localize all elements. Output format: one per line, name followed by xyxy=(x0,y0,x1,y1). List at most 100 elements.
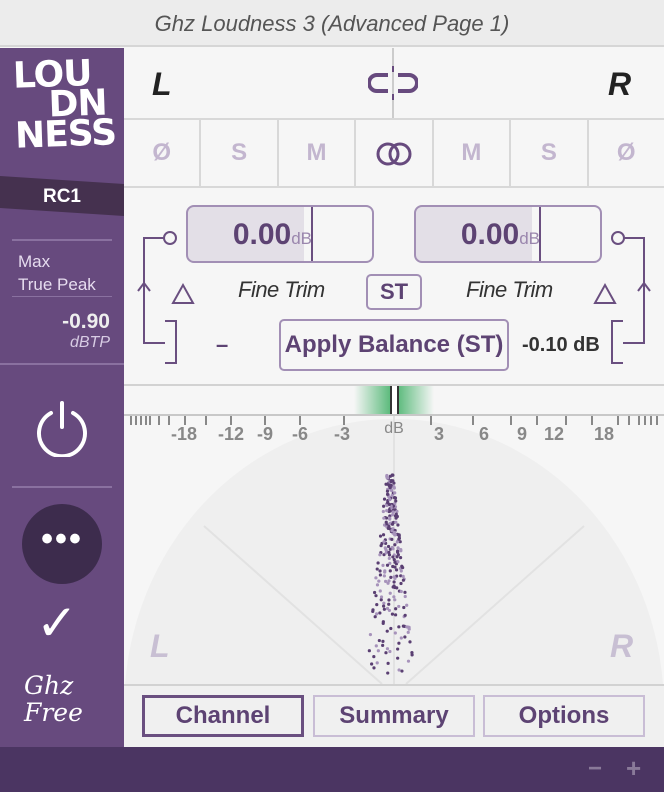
scope-point xyxy=(390,522,395,526)
scope-point xyxy=(375,583,380,587)
scope-point xyxy=(381,533,386,537)
scope-point xyxy=(373,615,377,619)
tab-summary[interactable]: Summary xyxy=(313,695,475,737)
side-right-button[interactable]: S xyxy=(511,120,589,186)
scope-point xyxy=(381,643,385,647)
scope-point xyxy=(403,594,407,599)
scope-point xyxy=(372,590,377,595)
check-icon[interactable]: ✓ xyxy=(36,593,78,653)
scope-point xyxy=(389,575,393,579)
scope-point xyxy=(394,568,399,572)
scale-label: dB xyxy=(384,420,404,437)
scope-point xyxy=(391,555,395,559)
scope-point xyxy=(385,476,390,480)
meter-marker xyxy=(390,386,392,414)
scope-point xyxy=(382,504,386,508)
scope-point xyxy=(388,474,393,478)
scope-point xyxy=(396,656,400,660)
max-true-peak-value[interactable]: -0.90 xyxy=(62,310,110,334)
scope-point xyxy=(392,580,396,584)
scope-point xyxy=(375,661,379,665)
scope-point xyxy=(399,548,403,552)
scope-point xyxy=(390,513,395,517)
brand-line: Free xyxy=(24,698,83,727)
preset-label[interactable]: RC1 xyxy=(0,176,124,216)
scope-point xyxy=(382,574,386,578)
scope-point xyxy=(379,598,383,602)
st-button[interactable]: ST xyxy=(366,274,422,310)
scope-point xyxy=(396,523,400,527)
scope-point xyxy=(396,546,400,550)
scale-label: -9 xyxy=(256,424,274,444)
scope-point xyxy=(374,644,378,648)
zoom-out-button[interactable]: − xyxy=(588,755,602,783)
label-line: True Peak xyxy=(18,275,96,294)
brand-line: Ghz xyxy=(24,671,74,700)
left-fine-trim-label: Fine Trim xyxy=(238,277,325,302)
scope-point xyxy=(392,575,396,579)
scope-point xyxy=(399,569,403,573)
meter-marker xyxy=(397,386,399,414)
scope-point xyxy=(379,543,383,548)
scope-point xyxy=(393,560,397,564)
scale-label: -18 xyxy=(170,424,198,444)
scope-point xyxy=(388,591,392,595)
scope-point xyxy=(375,612,379,616)
scope-left-label: L xyxy=(150,628,170,664)
phase-right-button[interactable]: Ø xyxy=(589,120,664,186)
scope-point xyxy=(388,497,392,502)
sidebar: LOU DN NESS RC1 Max True Peak -0.90 dBTP •… xyxy=(0,48,124,747)
scale-label: 6 xyxy=(478,424,490,444)
scope-point xyxy=(384,520,388,524)
scope-point xyxy=(396,560,400,564)
balance-meter xyxy=(354,386,434,414)
scope-point xyxy=(386,661,390,665)
scope-point xyxy=(385,563,390,567)
scale-label: -6 xyxy=(291,424,309,444)
apply-balance-button[interactable]: Apply Balance (ST) xyxy=(279,319,509,371)
scope-point xyxy=(372,666,376,670)
scale-label: 3 xyxy=(433,424,445,444)
scope-point xyxy=(401,566,405,570)
scope-point xyxy=(377,579,381,583)
phase-left-button[interactable]: Ø xyxy=(124,120,202,186)
scope-point xyxy=(406,659,411,663)
scope-point xyxy=(371,608,375,612)
side-left-button[interactable]: S xyxy=(201,120,279,186)
tab-options[interactable]: Options xyxy=(483,695,645,737)
unlink-icon[interactable] xyxy=(368,64,418,102)
mid-right-button[interactable]: M xyxy=(434,120,512,186)
zoom-in-button[interactable]: + xyxy=(626,753,641,783)
scope-point xyxy=(387,502,391,506)
scope-point xyxy=(374,576,378,580)
scope-point xyxy=(398,556,403,560)
left-fine-trim-field[interactable]: 0.00dB xyxy=(186,205,374,263)
right-channel-label: R xyxy=(608,66,632,102)
scope-point xyxy=(384,551,388,555)
scope-point xyxy=(379,595,384,599)
trim-unit: dB xyxy=(291,229,312,248)
power-icon[interactable] xyxy=(34,401,90,457)
scope-point xyxy=(393,598,397,602)
scope-point xyxy=(375,567,379,571)
scope-point xyxy=(375,603,379,607)
mid-left-button[interactable]: M xyxy=(279,120,357,186)
balance-value[interactable]: -0.10 dB xyxy=(522,334,600,357)
scope-point xyxy=(392,486,396,490)
scope-point xyxy=(378,553,382,557)
scope-point xyxy=(400,669,404,673)
scope-point xyxy=(382,540,386,544)
tab-channel[interactable]: Channel xyxy=(142,695,304,737)
scope-point xyxy=(377,638,381,643)
scope-point xyxy=(370,662,374,666)
more-button[interactable]: ••• xyxy=(22,504,102,584)
scope-point xyxy=(387,598,391,602)
trim-value: 0.00 xyxy=(232,218,292,251)
balance-minus[interactable]: – xyxy=(216,332,228,358)
right-fine-trim-field[interactable]: 0.00dB xyxy=(414,205,602,263)
stereo-link-button[interactable] xyxy=(356,120,434,186)
scale-label: -3 xyxy=(333,424,351,444)
scope-point xyxy=(368,633,373,637)
goniometer xyxy=(125,416,663,684)
scope-point xyxy=(401,574,405,578)
